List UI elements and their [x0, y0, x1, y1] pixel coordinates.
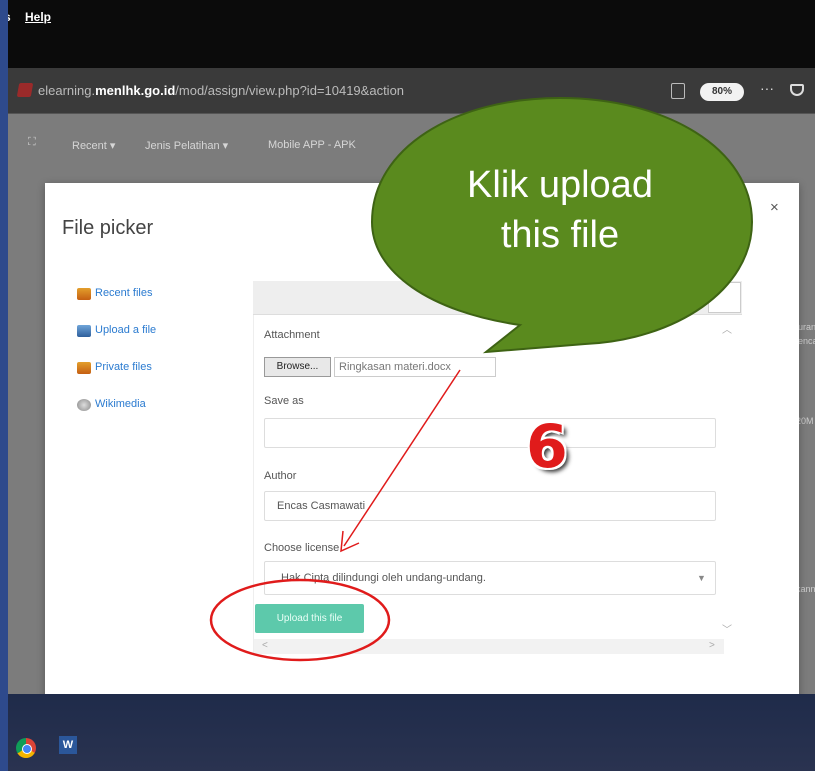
recent-files-icon: [77, 288, 91, 300]
license-select[interactable]: Hak Cipta dilindungi oleh undang-undang.…: [264, 561, 716, 595]
zoom-level[interactable]: 80%: [700, 83, 744, 101]
scroll-left-icon[interactable]: <: [262, 640, 268, 651]
nav-jenis-pelatihan[interactable]: Jenis Pelatihan ▾: [145, 139, 228, 152]
background-text: enca: [798, 336, 815, 346]
menu-item-tools[interactable]: s: [8, 10, 11, 24]
step-number: 6: [526, 412, 568, 482]
repo-wikimedia[interactable]: Wikimedia: [77, 398, 156, 435]
view-toggle-button[interactable]: [708, 282, 741, 313]
reader-view-icon[interactable]: [671, 83, 685, 99]
author-input[interactable]: Encas Casmawati: [264, 491, 716, 521]
upload-this-file-button[interactable]: Upload this file: [255, 604, 364, 633]
repo-label: Recent files: [95, 287, 153, 299]
expand-icon[interactable]: ⛶: [28, 136, 36, 149]
scroll-up-icon[interactable]: ︿: [722, 321, 732, 336]
menu-item-help[interactable]: Help: [25, 10, 51, 24]
repo-recent-files[interactable]: Recent files: [77, 287, 156, 324]
callout-text: Klik upload this file: [467, 164, 653, 256]
taskbar: W: [8, 694, 815, 771]
chrome-icon[interactable]: [16, 738, 36, 758]
file-picker-toolbar: [253, 281, 742, 315]
attachment-label: Attachment: [264, 329, 320, 341]
repo-label: Upload a file: [95, 324, 157, 336]
nav-mobile-app[interactable]: Mobile APP - APK: [268, 139, 356, 151]
word-icon[interactable]: W: [59, 736, 77, 754]
url-bar: elearning.menlhk.go.id/mod/assign/view.p…: [8, 68, 815, 114]
close-icon[interactable]: ×: [770, 199, 779, 216]
repo-label: Wikimedia: [95, 398, 146, 410]
repo-label: Private files: [95, 361, 152, 373]
site-nav: ⛶ Recent ▾ Jenis Pelatihan ▾ Mobile APP …: [8, 114, 815, 172]
address-field[interactable]: elearning.menlhk.go.id/mod/assign/view.p…: [10, 78, 810, 104]
wikimedia-icon: [77, 399, 91, 411]
upload-icon: [77, 325, 91, 337]
menu-bar: s Help: [8, 0, 815, 68]
horizontal-scrollbar[interactable]: < >: [254, 639, 724, 654]
selected-file-name: Ringkasan materi.docx: [334, 357, 496, 377]
chevron-down-icon: ▼: [697, 573, 706, 583]
site-icon: [16, 83, 34, 97]
url-prefix: elearning.: [38, 83, 96, 98]
repository-list: Recent files Upload a file Private files…: [77, 287, 156, 435]
url-path: /mod/assign/view.php?id=10419&action: [175, 83, 405, 98]
scroll-right-icon[interactable]: >: [709, 640, 715, 651]
background-text: uran: [798, 322, 815, 332]
url-domain: menlhk.go.id: [95, 83, 176, 98]
screenshot: s Help elearning.menlhk.go.id/mod/assign…: [8, 0, 815, 771]
nav-recent[interactable]: Recent ▾: [72, 139, 115, 152]
upload-form: Attachment Browse... Ringkasan materi.do…: [253, 315, 742, 655]
file-picker-dialog: File picker × Recent files Upload a file…: [45, 183, 799, 708]
license-label: Choose license: [264, 542, 340, 554]
license-value: Hak Cipta dilindungi oleh undang-undang.: [281, 572, 486, 584]
save-as-input[interactable]: [264, 418, 716, 448]
dialog-title: File picker: [62, 217, 154, 239]
author-label: Author: [264, 470, 297, 482]
repo-upload-a-file[interactable]: Upload a file: [77, 324, 156, 361]
scroll-down-icon[interactable]: ﹀: [722, 621, 732, 636]
repo-private-files[interactable]: Private files: [77, 361, 156, 398]
private-files-icon: [77, 362, 91, 374]
vertical-scrollbar[interactable]: ︿ ﹀: [712, 315, 742, 640]
more-actions-icon[interactable]: ···: [760, 80, 774, 96]
save-as-label: Save as: [264, 395, 304, 407]
browse-button[interactable]: Browse...: [264, 357, 331, 377]
